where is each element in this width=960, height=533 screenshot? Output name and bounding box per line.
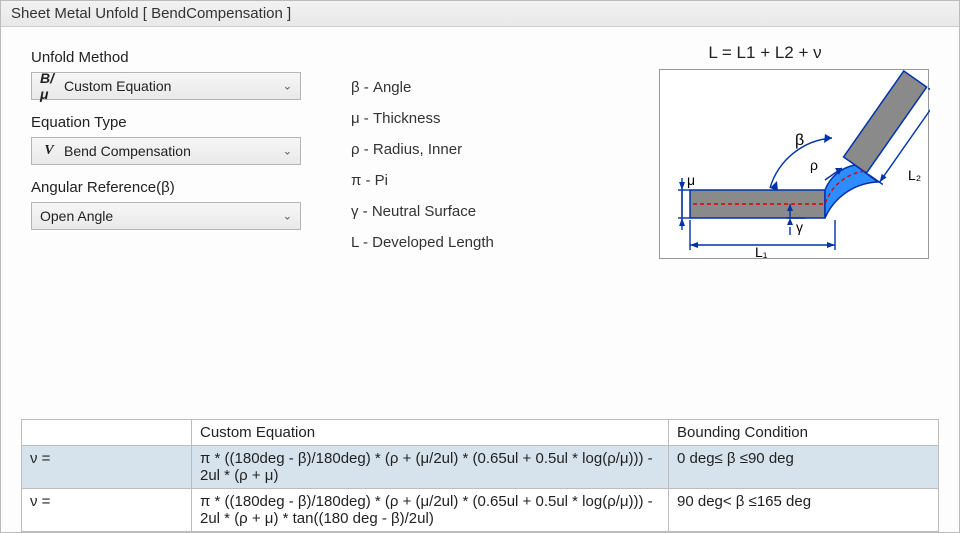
- row-equation: π * ((180deg - β)/180deg) * (ρ + (μ/2ul)…: [192, 446, 669, 489]
- equation-table: Custom Equation Bounding Condition ν = π…: [21, 419, 939, 532]
- diagram-beta-label: β: [795, 132, 804, 149]
- unfold-method-value: Custom Equation: [64, 78, 171, 94]
- angular-ref-value: Open Angle: [40, 208, 113, 224]
- row-bounding: 90 deg< β ≤165 deg: [669, 489, 939, 532]
- header-bounding: Bounding Condition: [669, 420, 939, 446]
- top-section: Unfold Method B/μ Custom Equation ⌄ Equa…: [1, 27, 959, 265]
- developed-length-formula: L = L1 + L2 + ν: [631, 43, 939, 63]
- diagram-gamma-label: γ: [796, 219, 803, 235]
- equation-type-value: Bend Compensation: [64, 143, 191, 159]
- diagram-l1-label: L₁: [755, 244, 768, 260]
- angular-ref-label: Angular Reference(β): [31, 179, 331, 196]
- diagram-mu-label: μ: [687, 172, 695, 188]
- header-equation: Custom Equation: [192, 420, 669, 446]
- legend-gamma: γ - Neutral Surface: [351, 203, 611, 220]
- equation-type-dropdown[interactable]: V Bend Compensation ⌄: [31, 137, 301, 165]
- diagram-l2-label: L₂: [908, 167, 921, 183]
- window: Sheet Metal Unfold [ BendCompensation ] …: [0, 0, 960, 533]
- equation-type-label: Equation Type: [31, 114, 331, 131]
- row-var: ν =: [22, 489, 192, 532]
- bend-compensation-icon: V: [40, 143, 58, 159]
- legend-L: L - Developed Length: [351, 234, 611, 251]
- unfold-method-dropdown[interactable]: B/μ Custom Equation ⌄: [31, 72, 301, 100]
- bend-diagram-svg: β ρ μ: [660, 70, 930, 260]
- angular-ref-dropdown[interactable]: Open Angle ⌄: [31, 202, 301, 230]
- chevron-down-icon: ⌄: [283, 145, 292, 158]
- custom-equation-icon: B/μ: [40, 70, 58, 102]
- table-header-row: Custom Equation Bounding Condition: [22, 420, 939, 446]
- legend-rho: ρ - Radius, Inner: [351, 141, 611, 158]
- table-row[interactable]: ν = π * ((180deg - β)/180deg) * (ρ + (μ/…: [22, 446, 939, 489]
- diagram-rho-label: ρ: [810, 157, 818, 173]
- chevron-down-icon: ⌄: [283, 80, 292, 93]
- bend-diagram: β ρ μ: [659, 69, 929, 259]
- legend-pi: π - Pi: [351, 172, 611, 189]
- row-equation: π * ((180deg - β)/180deg) * (ρ + (μ/2ul)…: [192, 489, 669, 532]
- header-var: [22, 420, 192, 446]
- legend-column: β - Angle μ - Thickness ρ - Radius, Inne…: [351, 43, 611, 265]
- chevron-down-icon: ⌄: [283, 210, 292, 223]
- row-bounding: 0 deg≤ β ≤90 deg: [669, 446, 939, 489]
- legend-mu: μ - Thickness: [351, 110, 611, 127]
- window-title: Sheet Metal Unfold [ BendCompensation ]: [1, 1, 959, 27]
- unfold-method-label: Unfold Method: [31, 49, 331, 66]
- diagram-column: L = L1 + L2 + ν β: [631, 43, 939, 265]
- table-row[interactable]: ν = π * ((180deg - β)/180deg) * (ρ + (μ/…: [22, 489, 939, 532]
- controls-column: Unfold Method B/μ Custom Equation ⌄ Equa…: [31, 43, 331, 265]
- row-var: ν =: [22, 446, 192, 489]
- legend-beta: β - Angle: [351, 79, 611, 96]
